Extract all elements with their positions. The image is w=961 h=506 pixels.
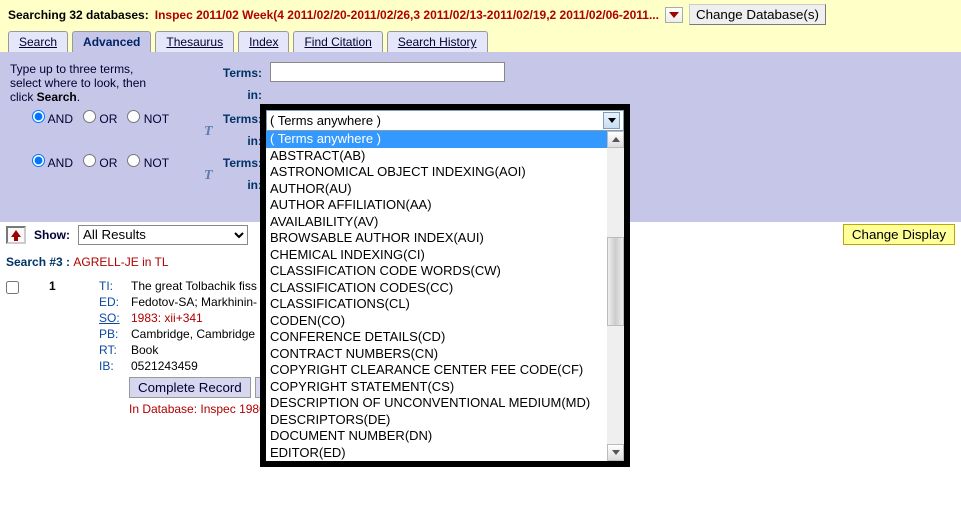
- dropdown-option[interactable]: CLASSIFICATIONS(CL): [266, 296, 607, 313]
- terms-label-3: Terms:: [223, 156, 262, 170]
- database-names: Inspec 2011/02 Week(4 2011/02/20-2011/02…: [155, 8, 659, 22]
- dropdown-option[interactable]: AUTHOR(AU): [266, 181, 607, 198]
- field-tag-ib: IB:: [99, 359, 125, 373]
- dropdown-option[interactable]: COPYRIGHT STATEMENT(CS): [266, 379, 607, 396]
- scroll-down-icon[interactable]: [607, 444, 624, 461]
- dropdown-option[interactable]: DESCRIPTORS(DE): [266, 412, 607, 429]
- dropdown-option[interactable]: DESCRIPTION OF UNCONVENTIONAL MEDIUM(MD): [266, 395, 607, 412]
- database-dropdown-trigger[interactable]: [665, 7, 683, 23]
- field-val-pb: Cambridge, Cambridge: [131, 327, 255, 341]
- field-dropdown-select[interactable]: ( Terms anywhere ): [266, 110, 624, 131]
- field-tag-rt: RT:: [99, 343, 125, 357]
- result-number: 1: [49, 279, 69, 293]
- tab-thesaurus[interactable]: Thesaurus: [155, 31, 234, 52]
- field-val-ib: 0521243459: [131, 359, 198, 373]
- dropdown-option[interactable]: COPYRIGHT CLEARANCE CENTER FEE CODE(CF): [266, 362, 607, 379]
- show-label: Show:: [34, 228, 70, 242]
- dropdown-option[interactable]: EDITOR(ED): [266, 445, 607, 462]
- field-tag-so[interactable]: SO:: [99, 311, 125, 325]
- terms-label-2: Terms:: [223, 112, 262, 126]
- scroll-up-icon[interactable]: [607, 131, 624, 148]
- tab-index[interactable]: Index: [238, 31, 289, 52]
- searching-count: Searching 32 databases:: [8, 8, 149, 22]
- complete-record-button[interactable]: Complete Record: [129, 377, 251, 398]
- tab-advanced[interactable]: Advanced: [72, 31, 151, 52]
- show-select[interactable]: All Results: [78, 225, 248, 245]
- dropdown-option[interactable]: ASTRONOMICAL OBJECT INDEXING(AOI): [266, 164, 607, 181]
- scroll-top-button[interactable]: [6, 226, 26, 244]
- tab-search-history[interactable]: Search History: [387, 31, 488, 52]
- and-radio-2[interactable]: AND: [32, 110, 73, 126]
- chevron-down-icon[interactable]: [603, 112, 620, 129]
- field-tag-pb: PB:: [99, 327, 125, 341]
- field-val-rt: Book: [131, 343, 158, 357]
- terms-input-1[interactable]: [270, 62, 505, 82]
- dropdown-option[interactable]: BROWSABLE AUTHOR INDEX(AUI): [266, 230, 607, 247]
- or-radio-2[interactable]: OR: [83, 110, 117, 126]
- not-radio-3[interactable]: NOT: [127, 154, 169, 170]
- dropdown-option[interactable]: AUTHOR AFFILIATION(AA): [266, 197, 607, 214]
- dropdown-option[interactable]: AVAILABILITY(AV): [266, 214, 607, 231]
- change-display-button[interactable]: Change Display: [843, 224, 955, 245]
- tab-row: Search Advanced Thesaurus Index Find Cit…: [0, 29, 961, 52]
- dropdown-option[interactable]: CLASSIFICATION CODE WORDS(CW): [266, 263, 607, 280]
- field-val-so: 1983: xii+341: [131, 311, 203, 325]
- and-radio-3[interactable]: AND: [32, 154, 73, 170]
- terms-label-1: Terms:: [210, 64, 270, 80]
- or-radio-3[interactable]: OR: [83, 154, 117, 170]
- field-dropdown-list[interactable]: ( Terms anywhere )ABSTRACT(AB)ASTRONOMIC…: [266, 131, 607, 461]
- result-checkbox-1[interactable]: [6, 281, 19, 294]
- dropdown-option[interactable]: CODEN(CO): [266, 313, 607, 330]
- field-val-ed: Fedotov-SA; Markhinin-: [131, 295, 257, 309]
- dropdown-option[interactable]: CONFERENCE DETAILS(CD): [266, 329, 607, 346]
- tab-find-citation[interactable]: Find Citation: [293, 31, 382, 52]
- tab-search[interactable]: Search: [8, 31, 68, 52]
- scroll-thumb[interactable]: [607, 237, 624, 326]
- help-text: Type up to three terms, select where to …: [10, 62, 210, 104]
- scroll-track[interactable]: [607, 148, 624, 444]
- in-label-1: in:: [210, 86, 270, 102]
- field-val-ti: The great Tolbachik fiss: [131, 279, 257, 293]
- not-radio-2[interactable]: NOT: [127, 110, 169, 126]
- field-tag-ti: TI:: [99, 279, 125, 293]
- change-database-button[interactable]: Change Database(s): [689, 4, 826, 25]
- dropdown-option[interactable]: CLASSIFICATION CODES(CC): [266, 280, 607, 297]
- dropdown-option[interactable]: CONTRACT NUMBERS(CN): [266, 346, 607, 363]
- dropdown-option[interactable]: ( Terms anywhere ): [266, 131, 607, 148]
- dropdown-option[interactable]: ABSTRACT(AB): [266, 148, 607, 165]
- field-dropdown-overlay: ( Terms anywhere ) ( Terms anywhere )ABS…: [260, 104, 630, 467]
- dropdown-option[interactable]: DOCUMENT NUMBER(DN): [266, 428, 607, 445]
- dropdown-option[interactable]: CHEMICAL INDEXING(CI): [266, 247, 607, 264]
- field-tag-ed: ED:: [99, 295, 125, 309]
- dropdown-scrollbar[interactable]: [607, 131, 624, 461]
